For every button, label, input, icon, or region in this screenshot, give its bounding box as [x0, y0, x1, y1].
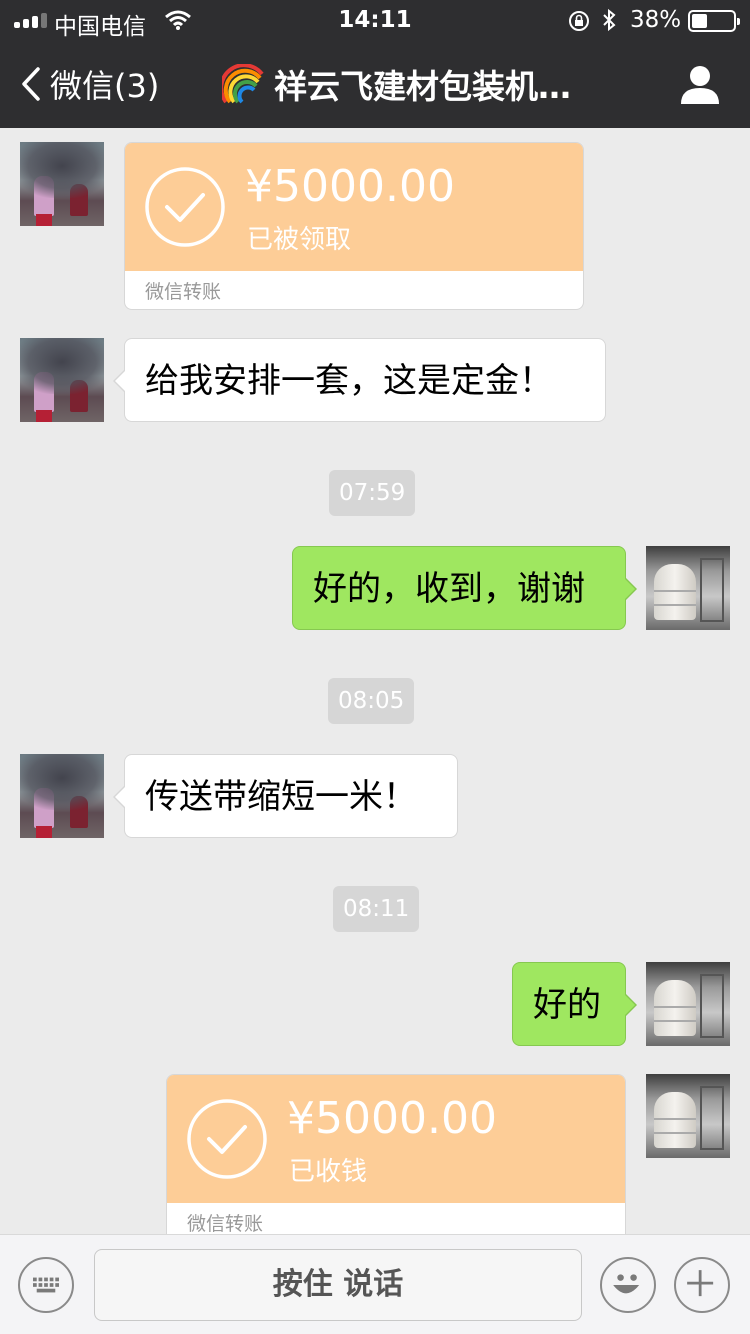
transfer-card-received[interactable]: ¥5000.00 已被领取 微信转账 [124, 142, 584, 310]
avatar-contact[interactable] [20, 142, 104, 226]
timestamp: 07:59 [329, 470, 416, 516]
input-bar: 按住 说话 [0, 1234, 750, 1334]
timestamp: 08:05 [328, 678, 415, 724]
message-bubble-outgoing[interactable]: 好的，收到，谢谢 [292, 546, 637, 630]
chat-title: 祥云飞建材包装机… [222, 60, 571, 108]
bluetooth-icon [603, 8, 616, 32]
avatar-self[interactable] [646, 962, 730, 1046]
avatar-contact[interactable] [20, 338, 104, 422]
message-bubble-outgoing[interactable]: 好的 [512, 962, 637, 1046]
message-bubble-incoming[interactable]: 给我安排一套，这是定金！ [113, 338, 606, 422]
keyboard-icon [33, 1277, 59, 1293]
smiley-icon [613, 1274, 640, 1294]
nav-bar: 微信(3) 祥云飞建材包装机… [0, 40, 750, 128]
rotation-lock-icon [569, 11, 589, 31]
back-label: 微信(3) [50, 67, 160, 105]
transfer-label: 微信转账 [187, 1213, 264, 1234]
battery-icon [688, 10, 740, 32]
battery-percent: 38% [630, 7, 682, 33]
rainbow-emoji-icon [222, 64, 264, 104]
keyboard-toggle-button[interactable] [18, 1257, 74, 1313]
chevron-left-icon [22, 67, 40, 101]
avatar-contact[interactable] [20, 754, 104, 838]
top-bar: 中国电信 14:11 38% 微信(3) 祥云飞建材包装机… [0, 0, 750, 128]
transfer-status: 已被领取 [247, 225, 352, 255]
transfer-amount: ¥5000.00 [287, 1093, 497, 1144]
chat-area[interactable]: ¥5000.00 已被领取 微信转账 给我安排一套，这是定金！ 07:59 好的… [0, 128, 750, 1234]
timestamp: 08:11 [333, 886, 420, 932]
profile-icon[interactable] [678, 62, 722, 106]
hold-to-talk-button[interactable]: 按住 说话 [94, 1249, 582, 1321]
transfer-amount: ¥5000.00 [245, 161, 455, 212]
avatar-self[interactable] [646, 1074, 730, 1158]
transfer-card-collected[interactable]: ¥5000.00 已收钱 微信转账 [166, 1074, 626, 1234]
status-bar: 中国电信 14:11 38% [0, 0, 750, 40]
check-circle-icon [187, 1099, 267, 1179]
check-circle-icon [145, 167, 225, 247]
transfer-status: 已收钱 [289, 1157, 368, 1187]
back-button[interactable]: 微信(3) [20, 62, 159, 106]
transfer-label: 微信转账 [145, 281, 222, 303]
avatar-self[interactable] [646, 546, 730, 630]
message-bubble-incoming[interactable]: 传送带缩短一米！ [113, 754, 458, 838]
plus-icon [687, 1270, 714, 1297]
chat-title-text: 祥云飞建材包装机… [274, 67, 571, 106]
more-button[interactable] [674, 1257, 730, 1313]
emoji-button[interactable] [600, 1257, 656, 1313]
